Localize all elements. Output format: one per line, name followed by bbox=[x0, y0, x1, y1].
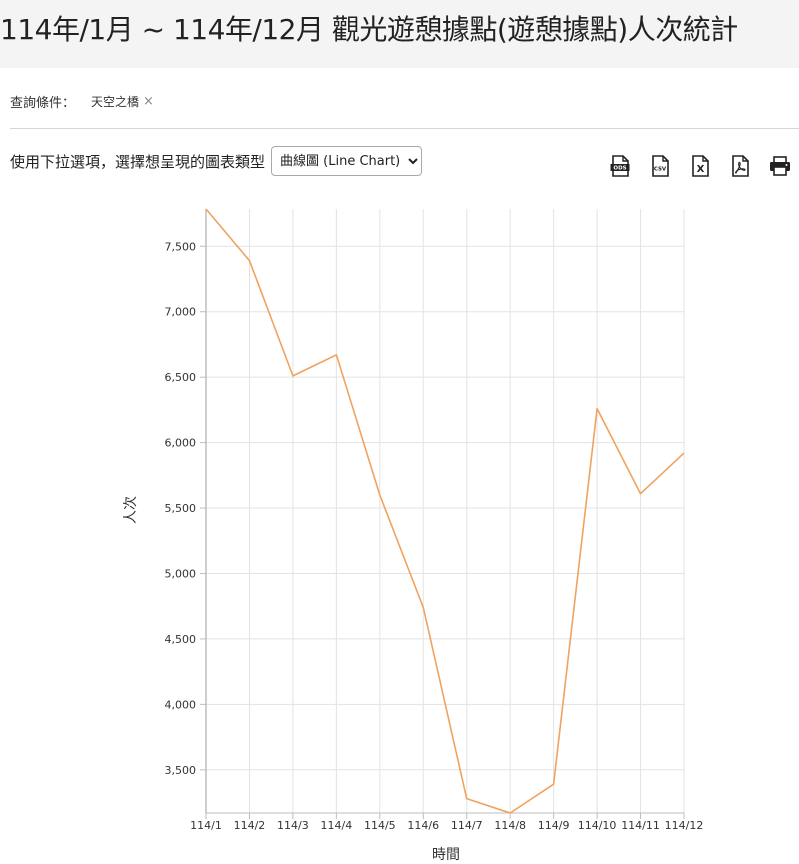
chart-type-select[interactable]: 曲線圖 (Line Chart) bbox=[271, 146, 423, 176]
divider bbox=[10, 128, 799, 129]
ods-file-icon[interactable]: ODS bbox=[608, 154, 632, 178]
chart-type-row: 使用下拉選項，選擇想呈現的圖表類型 曲線圖 (Line Chart) bbox=[10, 146, 423, 176]
y-tick-label: 7,000 bbox=[165, 306, 197, 319]
csv-file-icon[interactable]: CSV bbox=[648, 154, 672, 178]
x-tick-label: 114/10 bbox=[578, 819, 617, 832]
y-tick-label: 5,000 bbox=[165, 567, 197, 580]
y-tick-label: 6,000 bbox=[165, 437, 197, 450]
y-tick-label: 6,500 bbox=[165, 371, 197, 384]
chart-series bbox=[205, 208, 685, 814]
x-tick-label: 114/12 bbox=[665, 819, 704, 832]
title-bar: 114年/1月 ~ 114年/12月 觀光遊憩據點(遊憩據點)人次統計 bbox=[0, 0, 799, 68]
x-tick-label: 114/4 bbox=[321, 819, 353, 832]
excel-file-icon[interactable]: X bbox=[688, 154, 712, 178]
x-tick-label: 114/1 bbox=[190, 819, 222, 832]
x-axis-title: 時間 bbox=[432, 847, 460, 863]
pdf-file-icon[interactable] bbox=[728, 154, 752, 178]
chart-axes bbox=[205, 209, 684, 814]
x-tick-label: 114/8 bbox=[494, 819, 526, 832]
y-tick-label: 7,500 bbox=[165, 240, 197, 253]
y-axis-ticks: 3,500 4,000 4,500 5,000 5,500 6,000 6,500 7,000… bbox=[165, 240, 197, 777]
filter-row: 查詢條件： 天空之橋 × bbox=[10, 90, 154, 112]
x-tick-label: 114/2 bbox=[234, 819, 266, 832]
filter-tag-label: 天空之橋 bbox=[91, 94, 140, 109]
y-tick-label: 5,500 bbox=[165, 502, 197, 515]
xls-label: X bbox=[697, 164, 705, 175]
export-toolbar: ODS CSV X bbox=[608, 154, 792, 178]
close-icon[interactable]: × bbox=[143, 94, 154, 109]
x-tick-label: 114/7 bbox=[451, 819, 483, 832]
x-tick-label: 114/11 bbox=[621, 819, 660, 832]
chart-type-prompt: 使用下拉選項，選擇想呈現的圖表類型 bbox=[10, 152, 266, 171]
filter-label: 查詢條件： bbox=[10, 95, 76, 111]
y-tick-label: 4,500 bbox=[165, 633, 197, 646]
x-axis-ticks: 114/1 114/2 114/3 114/4 114/5 114/6 114/7 114/8… bbox=[190, 819, 703, 832]
x-tick-label: 114/5 bbox=[364, 819, 396, 832]
y-tick-label: 4,000 bbox=[165, 698, 197, 711]
series-line bbox=[205, 208, 685, 814]
y-axis-title: 人次 bbox=[123, 496, 139, 524]
filter-tag: 天空之橋 × bbox=[91, 93, 154, 110]
page-title: 114年/1月 ~ 114年/12月 觀光遊憩據點(遊憩據點)人次統計 bbox=[0, 13, 738, 46]
chart-grid bbox=[200, 209, 685, 819]
ods-label: ODS bbox=[613, 166, 626, 172]
csv-label: CSV bbox=[654, 167, 667, 173]
print-icon[interactable] bbox=[768, 154, 792, 178]
x-tick-label: 114/9 bbox=[538, 819, 570, 832]
x-tick-label: 114/6 bbox=[407, 819, 439, 832]
x-tick-label: 114/3 bbox=[277, 819, 309, 832]
y-tick-label: 3,500 bbox=[165, 764, 197, 777]
line-chart: 3,500 4,000 4,500 5,000 5,500 6,000 6,500 7,000… bbox=[123, 208, 703, 863]
